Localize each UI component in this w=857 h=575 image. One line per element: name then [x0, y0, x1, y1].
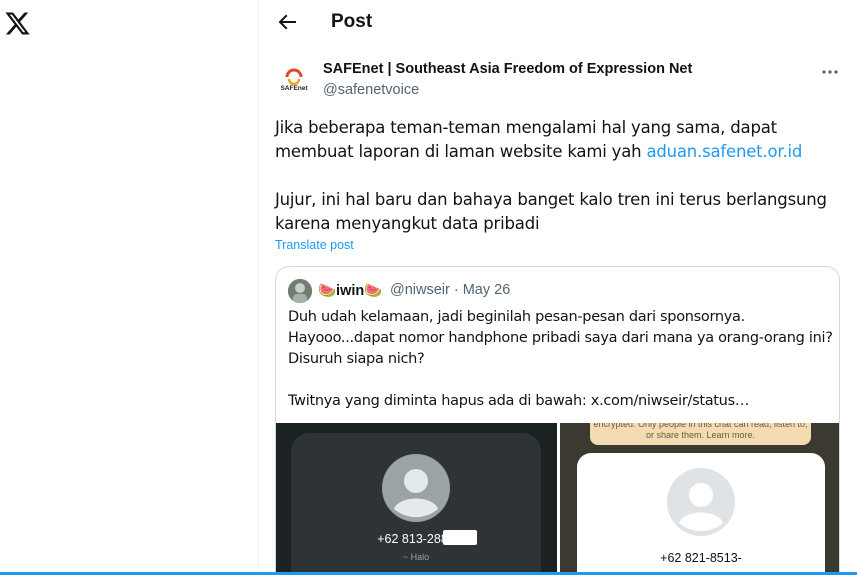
quote-line-3: Disuruh siapa nich? — [288, 351, 425, 367]
author-name[interactable]: SAFEnet | Southeast Asia Freedom of Expr… — [323, 61, 692, 77]
quote-line-1: Duh udah kelamaan, jadi beginilah pesan-… — [288, 309, 745, 325]
quote-line-2: Hayooo...dapat nomor handphone pribadi s… — [288, 330, 833, 346]
quote-blank-line — [288, 370, 833, 391]
post-paragraph-2: Jujur, ini hal baru dan bahaya banget ka… — [275, 190, 827, 233]
quoted-post[interactable]: 🍉iwin🍉 @niwseir · May 26 Duh udah kelama… — [275, 266, 840, 575]
left-sidebar — [0, 0, 258, 575]
contact-avatar-icon — [382, 454, 450, 522]
caller-number: +62 813-2881 — [377, 532, 455, 546]
quote-author-name[interactable]: 🍉iwin🍉 — [318, 282, 382, 299]
author-avatar[interactable]: SAFEnet — [275, 60, 313, 98]
more-dots-icon[interactable] — [820, 64, 840, 80]
arrow-left-icon[interactable] — [275, 10, 299, 34]
media-image-1[interactable]: +62 813-2881 ~ Halo — [276, 423, 557, 575]
media-image-2[interactable]: encrypted. Only people in this chat can … — [560, 423, 839, 575]
quote-handle-date[interactable]: @niwseir · May 26 — [390, 282, 510, 298]
call-screen: +62 813-2881 ~ Halo — [291, 433, 541, 575]
redaction-box — [443, 530, 477, 545]
post-paragraph-1: Jika beberapa teman-teman mengalami hal … — [275, 116, 845, 164]
author-handle[interactable]: @safenetvoice — [323, 82, 419, 98]
quote-link-line: Twitnya yang diminta hapus ada di bawah:… — [288, 393, 750, 409]
post-author: SAFEnet SAFEnet | Southeast Asia Freedom… — [275, 58, 845, 102]
post-body: Jika beberapa teman-teman mengalami hal … — [275, 116, 845, 260]
post-header: Post — [259, 0, 857, 44]
contact-avatar-icon — [667, 468, 735, 536]
x-logo-icon[interactable] — [4, 10, 31, 37]
quote-body: Duh udah kelamaan, jadi beginilah pesan-… — [288, 307, 833, 412]
avatar-text: SAFEnet — [280, 85, 308, 92]
quote-media[interactable]: +62 813-2881 ~ Halo encrypted. Only peop… — [276, 423, 839, 575]
contact-number: +62 821-8513- — [660, 551, 742, 565]
page-title: Post — [331, 11, 373, 32]
column-divider — [258, 0, 259, 575]
quote-avatar[interactable] — [288, 279, 312, 303]
encryption-notice: encrypted. Only people in this chat can … — [590, 423, 811, 445]
avatar-photo-icon — [288, 279, 312, 303]
contact-card: +62 821-8513- — [577, 453, 825, 575]
report-link[interactable]: aduan.safenet.or.id — [646, 142, 802, 161]
caller-subtext: ~ Halo — [402, 552, 430, 562]
translate-post-button[interactable]: Translate post — [275, 238, 354, 252]
safenet-logo-icon: SAFEnet — [280, 68, 308, 92]
